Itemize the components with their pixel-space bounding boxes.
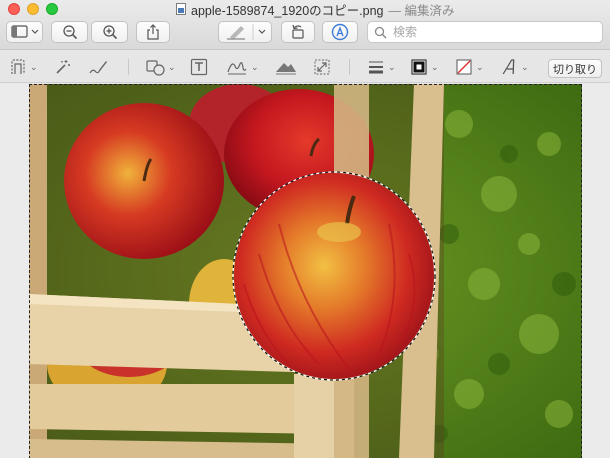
document-icon bbox=[176, 3, 186, 15]
shapes-button[interactable]: ⌄ bbox=[145, 56, 176, 78]
selection-tool-button[interactable]: ⌄ bbox=[9, 56, 38, 78]
text-box-icon bbox=[190, 58, 208, 76]
filename: apple-1589874_1920のコピー.png bbox=[191, 3, 384, 18]
chevron-down-icon: ⌄ bbox=[431, 61, 439, 72]
minimize-window-button[interactable] bbox=[27, 3, 39, 15]
preview-window: apple-1589874_1920のコピー.png — 編集済み 検索 ⌄ ⌄… bbox=[0, 0, 610, 458]
chevron-down-icon: ⌄ bbox=[251, 61, 259, 72]
rotate-left-icon bbox=[292, 24, 304, 39]
search-icon bbox=[374, 26, 387, 38]
chevron-down-icon: ⌄ bbox=[521, 61, 529, 72]
lasso-selection-icon bbox=[11, 59, 25, 74]
adjust-color-button[interactable] bbox=[274, 56, 298, 78]
window-title: apple-1589874_1920のコピー.png — 編集済み bbox=[176, 1, 455, 18]
share-icon bbox=[147, 24, 159, 40]
sketch-button[interactable] bbox=[88, 56, 108, 78]
line-style-icon bbox=[369, 61, 383, 74]
zoom-in-icon bbox=[102, 25, 117, 40]
chevron-down-icon: ⌄ bbox=[168, 61, 176, 72]
close-window-button[interactable] bbox=[8, 3, 20, 15]
highlight-button[interactable] bbox=[218, 21, 272, 43]
border-color-icon bbox=[411, 59, 427, 75]
resize-icon bbox=[314, 59, 330, 75]
adjust-size-button[interactable] bbox=[313, 56, 331, 78]
shapes-icon bbox=[146, 60, 165, 76]
adjust-color-icon bbox=[276, 63, 296, 75]
chevron-down-icon: ⌄ bbox=[476, 61, 484, 72]
search-input[interactable] bbox=[393, 25, 593, 39]
chevron-down-icon: ⌄ bbox=[388, 61, 396, 72]
crop-button[interactable]: 切り取り bbox=[548, 59, 602, 78]
magic-wand-icon bbox=[56, 60, 70, 74]
highlight-pen-icon bbox=[227, 24, 266, 40]
chevron-down-icon: ⌄ bbox=[30, 61, 38, 72]
rotate-left-button[interactable] bbox=[281, 21, 315, 43]
text-style-button[interactable]: ⌄ bbox=[500, 56, 529, 78]
markup-toolbar: ⌄ ⌄ ⌄ ⌄ ⌄ ⌄ ⌄ bbox=[0, 51, 610, 83]
shape-style-button[interactable]: ⌄ bbox=[367, 56, 396, 78]
apple-image bbox=[29, 84, 582, 458]
zoom-in-button[interactable] bbox=[91, 21, 128, 43]
search-field[interactable] bbox=[367, 21, 603, 43]
fill-color-button[interactable]: ⌄ bbox=[455, 56, 484, 78]
text-button[interactable] bbox=[190, 56, 208, 78]
zoom-out-button[interactable] bbox=[51, 21, 88, 43]
title-bar: apple-1589874_1920のコピー.png — 編集済み bbox=[0, 0, 610, 50]
image-canvas bbox=[0, 84, 610, 458]
sidebar-toggle-button[interactable] bbox=[6, 21, 43, 43]
edited-status: — 編集済み bbox=[388, 3, 455, 18]
zoom-out-icon bbox=[62, 25, 77, 40]
share-button[interactable] bbox=[136, 21, 170, 43]
sign-button[interactable]: ⌄ bbox=[226, 56, 259, 78]
markup-button[interactable] bbox=[322, 21, 358, 43]
toolbar-divider bbox=[128, 59, 129, 75]
toolbar-divider bbox=[349, 59, 350, 75]
signature-icon bbox=[227, 62, 247, 75]
instant-alpha-button[interactable] bbox=[53, 56, 71, 78]
sidebar-icon bbox=[10, 25, 38, 38]
markup-icon bbox=[331, 23, 349, 41]
border-color-button[interactable]: ⌄ bbox=[410, 56, 439, 78]
text-style-icon bbox=[502, 59, 515, 75]
fill-color-icon bbox=[456, 59, 472, 75]
apple-photo[interactable] bbox=[29, 84, 582, 458]
fullscreen-window-button[interactable] bbox=[46, 3, 58, 15]
sketch-pen-icon bbox=[89, 61, 107, 74]
